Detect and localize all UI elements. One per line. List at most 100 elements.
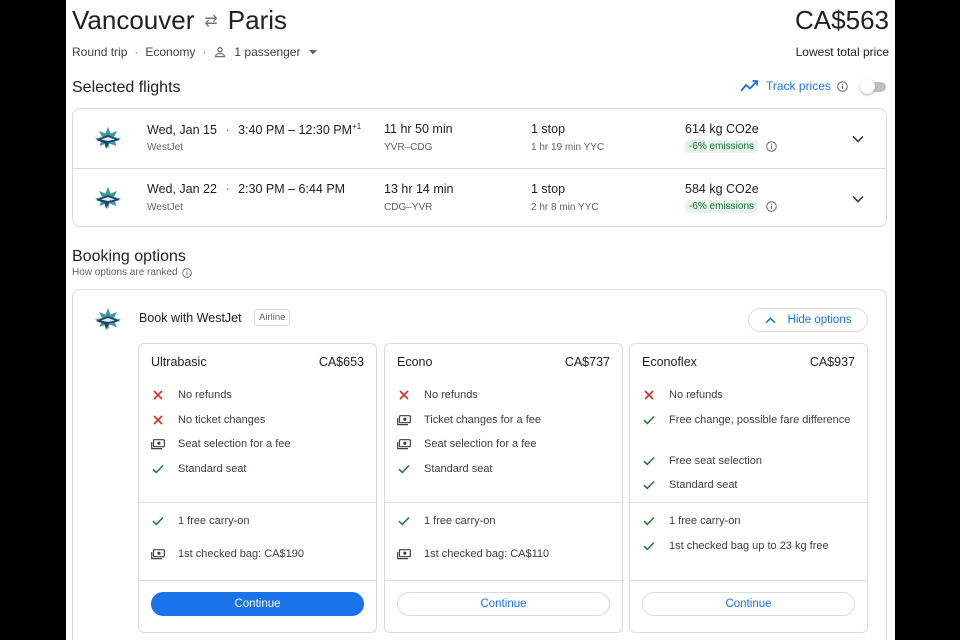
fare-bag: 1 free carry-on <box>397 513 612 529</box>
track-prices-label: Track prices <box>766 79 831 93</box>
money-icon <box>397 546 411 562</box>
westjet-logo-icon <box>93 307 123 336</box>
flight-stops: 1 stop <box>531 182 566 196</box>
flight-airline: WestJet <box>147 202 183 213</box>
cabin-class: Economy <box>145 45 196 59</box>
x-icon <box>397 387 411 403</box>
fare-card-ultrabasic: Ultrabasic CA$653 No refunds No ticket c… <box>138 343 377 633</box>
chevron-down-icon[interactable] <box>852 130 864 148</box>
hide-options-button[interactable]: Hide options <box>748 308 868 332</box>
fare-feature: Ticket changes for a fee <box>397 412 612 428</box>
check-icon <box>397 461 411 477</box>
book-with-label: Book with WestJet <box>139 311 242 325</box>
next-day-indicator: +1 <box>352 122 362 131</box>
flight-booking-page: Vancouver ⇄ Paris CA$563 Lowest total pr… <box>66 0 895 640</box>
track-prices-toggle[interactable] <box>860 79 888 94</box>
check-icon <box>151 461 165 477</box>
booking-options-title: Booking options <box>72 248 186 265</box>
money-icon <box>397 412 411 428</box>
passenger-selector[interactable]: 1 passenger <box>213 45 318 59</box>
check-icon <box>642 412 656 428</box>
fare-feature: No refunds <box>151 387 366 403</box>
fare-feature: No ticket changes <box>151 412 366 428</box>
fare-price: CA$937 <box>809 355 855 369</box>
chevron-down-icon[interactable] <box>852 190 864 208</box>
fare-card-econo: Econo CA$737 No refunds Ticket changes f… <box>384 343 623 633</box>
fare-feature: No refunds <box>642 387 857 403</box>
flight-row-return[interactable]: Wed, Jan 22 · 2:30 PM – 6:44 PM WestJet … <box>73 168 886 228</box>
emissions-badge-row: -6% emissions <box>685 200 777 213</box>
info-icon[interactable] <box>837 80 848 92</box>
flight-airports: CDG–YVR <box>384 202 433 213</box>
check-icon <box>642 453 656 469</box>
flight-co2: 584 kg CO2e <box>685 182 759 196</box>
check-icon <box>397 513 411 529</box>
fare-feature: Standard seat <box>151 461 366 477</box>
track-prices[interactable]: Track prices <box>740 79 848 93</box>
fare-feature: Standard seat <box>397 461 612 477</box>
destination-city: Paris <box>227 5 288 35</box>
westjet-logo-icon <box>93 186 123 215</box>
selected-flights-title: Selected flights <box>72 79 181 96</box>
fare-bag: 1st checked bag: CA$190 <box>151 546 366 562</box>
info-icon[interactable] <box>766 141 777 152</box>
price-caption: Lowest total price <box>795 45 889 59</box>
flight-times: Wed, Jan 22 · 2:30 PM – 6:44 PM <box>147 182 346 196</box>
fare-price: CA$653 <box>318 355 364 369</box>
check-icon <box>642 538 656 554</box>
flight-co2: 614 kg CO2e <box>685 122 759 136</box>
check-icon <box>642 477 656 493</box>
fare-feature: Seat selection for a fee <box>397 436 612 452</box>
booking-card: Book with WestJet Airline Hide options U… <box>72 289 887 640</box>
route-title: Vancouver ⇄ Paris <box>72 5 287 36</box>
fare-feature: Standard seat <box>642 477 857 493</box>
fare-feature: No refunds <box>397 387 612 403</box>
fare-feature: Seat selection for a fee <box>151 436 366 452</box>
fare-price: CA$737 <box>564 355 610 369</box>
person-icon <box>213 45 227 59</box>
flight-row-outbound[interactable]: Wed, Jan 15 · 3:40 PM – 12:30 PM+1 WestJ… <box>73 109 886 168</box>
continue-button[interactable]: Continue <box>151 592 364 616</box>
fare-card-econoflex: Econoflex CA$937 No refunds Free change,… <box>629 343 868 633</box>
info-icon[interactable] <box>766 201 777 212</box>
trip-meta: Round trip · Economy · 1 passenger <box>72 45 318 59</box>
fare-name: Econoflex <box>642 355 697 369</box>
money-icon <box>397 436 411 452</box>
emissions-badge: -6% emissions <box>685 200 759 213</box>
money-icon <box>151 546 165 562</box>
westjet-logo-icon <box>93 126 123 155</box>
airline-chip: Airline <box>254 309 291 326</box>
money-icon <box>151 436 165 452</box>
flight-layover: 1 hr 19 min YYC <box>531 142 605 153</box>
chevron-up-icon <box>765 316 776 324</box>
fare-name: Econo <box>397 355 433 369</box>
fare-bag: 1st checked bag up to 23 kg free <box>642 538 857 554</box>
x-icon <box>151 387 165 403</box>
how-options-ranked-link[interactable]: How options are ranked <box>72 267 192 278</box>
info-icon <box>181 267 192 278</box>
passenger-count: 1 passenger <box>234 45 301 59</box>
trend-icon <box>740 80 758 92</box>
selected-flights-card: Wed, Jan 15 · 3:40 PM – 12:30 PM+1 WestJ… <box>72 108 887 227</box>
origin-city: Vancouver <box>72 5 195 35</box>
swap-arrows-icon: ⇄ <box>204 12 218 30</box>
x-icon <box>642 387 656 403</box>
continue-button[interactable]: Continue <box>397 592 610 616</box>
fare-feature: Free change, possible fare difference <box>642 412 857 428</box>
flight-airports: YVR–CDG <box>384 142 433 153</box>
emissions-badge-row: -6% emissions <box>685 140 777 153</box>
x-icon <box>151 412 165 428</box>
check-icon <box>642 513 656 529</box>
flight-duration: 13 hr 14 min <box>384 182 454 196</box>
flight-airline: WestJet <box>147 142 183 153</box>
emissions-badge: -6% emissions <box>685 140 759 153</box>
flight-duration: 11 hr 50 min <box>384 122 453 136</box>
fare-name: Ultrabasic <box>151 355 207 369</box>
fare-bag: 1 free carry-on <box>642 513 857 529</box>
check-icon <box>151 513 165 529</box>
continue-button[interactable]: Continue <box>642 592 855 616</box>
total-price: CA$563 <box>795 5 889 35</box>
fare-bag: 1st checked bag: CA$110 <box>397 546 612 562</box>
fare-feature: Free seat selection <box>642 453 857 469</box>
fare-bag: 1 free carry-on <box>151 513 366 529</box>
